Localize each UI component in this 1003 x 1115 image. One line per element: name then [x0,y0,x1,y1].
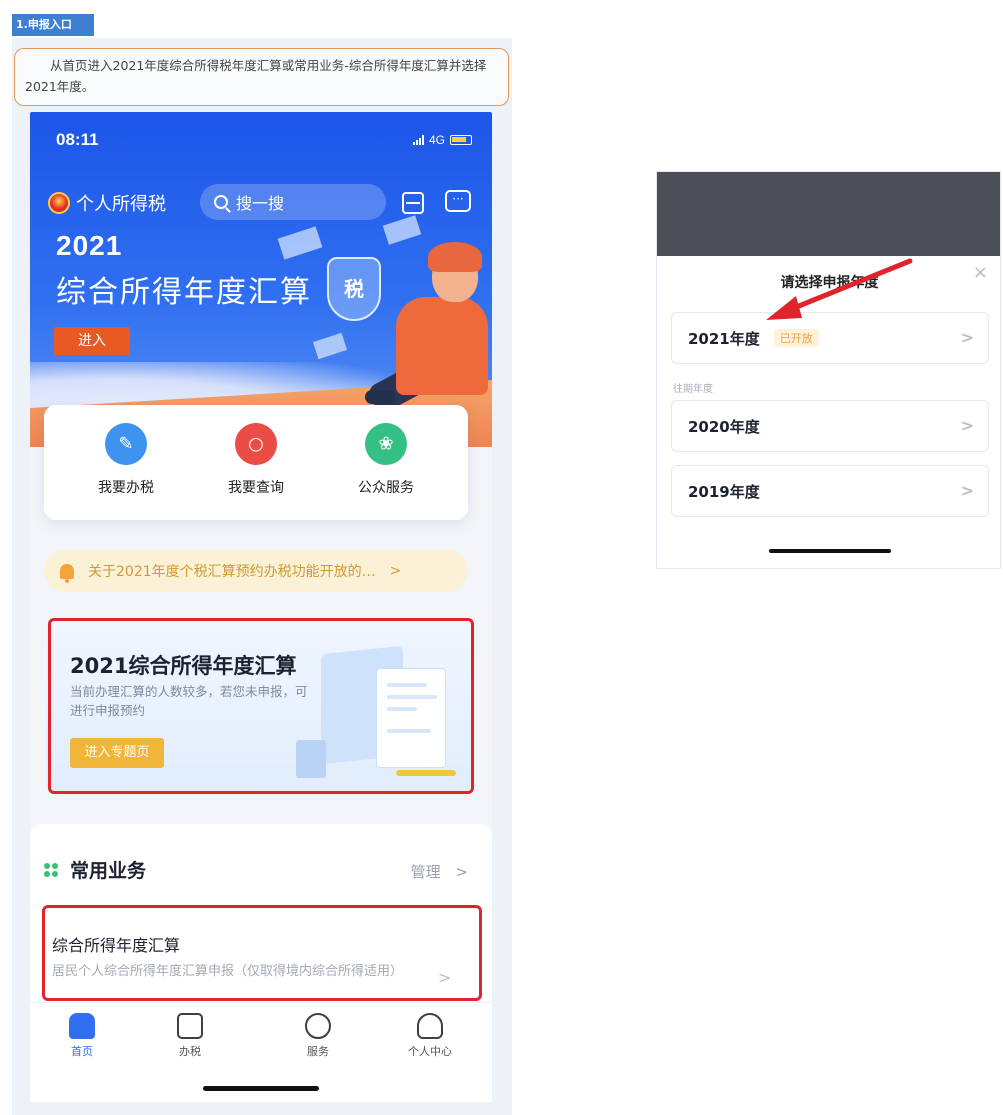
tab-profile[interactable]: 个人中心 [390,1013,470,1059]
document-icon [177,1013,203,1039]
tab-label: 首页 [71,1045,93,1058]
banner-year: 2021 [56,230,123,261]
service-icon: ❀ [365,423,407,465]
battery-icon [450,135,472,145]
bell-icon [60,563,74,583]
brand-name: 个人所得税 [76,194,166,215]
status-indicators: 4G [412,133,472,147]
magnifier-icon: ○ [235,423,277,465]
manage-label: 管理 [410,863,441,881]
notice-bar[interactable]: 关于2021年度个税汇算预约办税功能开放的… > [44,550,468,592]
manage-link[interactable]: 管理 > [411,861,468,882]
banner-title: 综合所得年度汇算 [56,275,312,310]
quick-action-query[interactable]: ○ 我要查询 [196,423,316,497]
tab-label: 办税 [179,1045,201,1058]
paper-decoration [277,226,323,260]
signal-icon [412,135,424,145]
app-brand: 个人所得税 [48,190,166,216]
year-label: 2019年度 [688,482,760,501]
person-shoe-illustration [365,390,395,404]
red-arrow-annotation [766,258,913,320]
common-business-title: 常用业务 [70,860,147,882]
scan-icon[interactable] [402,192,424,214]
user-icon [417,1013,443,1039]
phone-screen: 08:11 4G 个人所得税 搜一搜 ··· 2021 综合所得年度汇算 进入 … [30,112,492,1102]
year-label: 2021年度 [688,329,760,348]
chevron-right-icon: > [960,481,974,500]
network-label: 4G [428,133,445,147]
home-icon [69,1013,95,1039]
notice-text: 关于2021年度个税汇算预约办税功能开放的… [88,564,376,580]
close-icon[interactable]: × [973,262,988,283]
section-tag: 1.申报入口 [12,14,94,36]
paper-decoration [382,215,422,245]
message-icon[interactable]: ··· [445,190,471,212]
quick-action-tax[interactable]: ✎ 我要办税 [66,423,186,497]
search-placeholder: 搜一搜 [236,194,285,213]
heart-service-icon [305,1013,331,1039]
tab-label: 个人中心 [408,1045,452,1058]
instruction-callout: 从首页进入2021年度综合所得税年度汇算或常用业务-综合所得年度汇算并选择202… [14,48,509,106]
year-option-2019[interactable]: 2019年度 > [671,465,989,517]
pencil-icon: ✎ [105,423,147,465]
chevron-right-icon: > [960,416,974,435]
highlight-box [42,905,482,1001]
hero-banner[interactable]: 08:11 4G 个人所得税 搜一搜 ··· 2021 综合所得年度汇算 进入 … [30,112,492,447]
year-label: 2020年度 [688,417,760,436]
highlight-box [48,618,474,794]
person-body-illustration [396,297,488,395]
chevron-right-icon: > [960,328,974,347]
tab-label: 服务 [307,1045,329,1058]
quick-action-label: 公众服务 [358,480,414,496]
home-indicator [769,549,891,553]
tab-home[interactable]: 首页 [42,1013,122,1059]
quick-action-service[interactable]: ❀ 公众服务 [326,423,446,497]
search-input[interactable]: 搜一搜 [200,184,386,220]
quick-action-label: 我要办税 [98,480,154,496]
home-indicator [203,1086,319,1091]
tax-shield-icon: 税 [327,257,381,321]
quick-actions-card: ✎ 我要办税 ○ 我要查询 ❀ 公众服务 [44,405,468,520]
year-option-2020[interactable]: 2020年度 > [671,400,989,452]
quick-action-label: 我要查询 [228,480,284,496]
chevron-right-icon: > [389,563,402,579]
banner-enter-button[interactable]: 进入 [54,327,130,355]
status-time: 08:11 [56,130,99,149]
common-business-header: 常用业务 [44,856,146,883]
person-hair-illustration [428,242,482,272]
tax-emblem-icon [48,192,70,214]
status-badge: 已开放 [773,329,819,347]
search-icon [214,195,228,209]
chevron-right-icon: > [455,863,468,881]
tab-tax[interactable]: 办税 [150,1013,230,1059]
past-years-label: 往期年度 [673,384,713,395]
grid-icon [44,862,58,877]
shield-text: 税 [344,277,364,301]
tab-service[interactable]: 服务 [278,1013,358,1059]
dimmed-overlay [657,172,1000,256]
paper-decoration [312,332,348,360]
year-select-dialog: 请选择申报年度 × 2021年度 已开放 > 往期年度 2020年度 > 201… [656,171,1001,569]
